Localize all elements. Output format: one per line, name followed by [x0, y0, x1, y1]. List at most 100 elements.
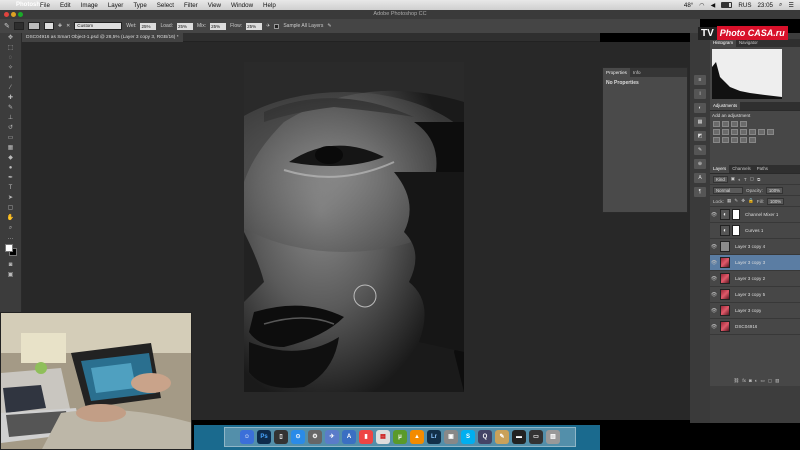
exposure-icon[interactable] — [740, 121, 747, 127]
layer-thumbnail[interactable] — [720, 257, 730, 268]
new-layer-icon[interactable]: ▢ — [768, 378, 772, 384]
marquee-tool-icon[interactable]: ⬚ — [4, 44, 18, 53]
link-layers-icon[interactable]: ⛓ — [733, 378, 739, 384]
visibility-eye-icon[interactable]: 👁 — [710, 292, 718, 298]
airbrush-icon[interactable]: ✈ — [266, 23, 270, 29]
layer-thumbnail[interactable] — [720, 273, 730, 284]
hand-tool-icon[interactable]: ✋ — [4, 214, 18, 223]
selective-color-icon[interactable] — [740, 137, 747, 143]
sample-all-layers-checkbox[interactable] — [274, 23, 280, 29]
eyedropper-tool-icon[interactable]: ⁄ — [4, 84, 18, 93]
color-panel-icon[interactable]: ◐ — [694, 103, 706, 113]
zoom-tool-icon[interactable]: ⌕ — [4, 224, 18, 233]
brush-panel-icon[interactable]: ✎ — [694, 145, 706, 155]
lock-transparency-icon[interactable]: ▦ — [727, 198, 731, 204]
styles-panel-icon[interactable]: ◩ — [694, 131, 706, 141]
quick-mask-icon[interactable]: ◙ — [4, 261, 18, 270]
volume-icon[interactable]: ◀ — [711, 2, 716, 9]
document-tab[interactable]: DSC04916 as Smart Object-1.psd @ 28,5% (… — [22, 33, 183, 42]
visibility-eye-icon[interactable]: 👁 — [710, 260, 718, 266]
add-mask-icon[interactable]: ◙ — [749, 378, 752, 383]
brush-settings-icon[interactable] — [27, 22, 40, 30]
tab-properties[interactable]: Properties — [603, 68, 630, 77]
color-lookup-icon[interactable] — [767, 129, 774, 135]
brush-tool-icon[interactable]: ✎ — [4, 104, 18, 113]
zoom-window-button[interactable] — [18, 12, 23, 17]
menu-filter[interactable]: Filter — [184, 2, 198, 9]
swatches-panel-icon[interactable]: ▦ — [694, 117, 706, 127]
channel-mixer-icon[interactable] — [758, 129, 765, 135]
fill-field[interactable]: 100% — [766, 197, 785, 205]
language-indicator[interactable]: RUS — [738, 2, 751, 9]
eraser-tool-icon[interactable]: ▭ — [4, 134, 18, 143]
mission-control-icon[interactable]: ▭ — [529, 430, 543, 444]
healing-tool-icon[interactable]: ✚ — [4, 94, 18, 103]
blend-mode-select[interactable]: Normal — [713, 186, 743, 194]
pen-tool-icon[interactable]: ✒ — [4, 174, 18, 183]
tab-info[interactable]: Info — [630, 70, 644, 75]
mixer-brush-tool-icon[interactable]: ✎ — [4, 22, 10, 30]
lock-pixels-icon[interactable]: ✎ — [734, 198, 738, 204]
threshold-icon[interactable] — [731, 137, 738, 143]
screen-mode-icon[interactable]: ▣ — [4, 271, 18, 280]
current-brush-load-swatch[interactable] — [43, 22, 54, 30]
color-balance-icon[interactable] — [731, 129, 738, 135]
layer-row[interactable]: 👁 DSC04916 — [710, 319, 800, 335]
path-select-tool-icon[interactable]: ➤ — [4, 194, 18, 203]
layer-mask-thumbnail[interactable] — [732, 225, 740, 236]
layer-row[interactable]: 👁 Layer 3 copy 5 — [710, 287, 800, 303]
screen-recorder-icon[interactable]: ▬ — [512, 430, 526, 444]
menu-select[interactable]: Select — [157, 2, 174, 9]
blend-preset-select[interactable]: Custom — [74, 22, 123, 30]
layer-style-icon[interactable]: fx — [742, 378, 746, 383]
vlc-icon[interactable]: ▲ — [410, 430, 424, 444]
tab-layers[interactable]: Layers — [710, 165, 730, 173]
pressure-icon[interactable]: ✎ — [327, 23, 331, 29]
flashcards-icon[interactable]: ▮ — [359, 430, 373, 444]
stamp-tool-icon[interactable]: ⊥ — [4, 114, 18, 123]
photoshop-icon[interactable]: Ps — [257, 430, 271, 444]
calendar-icon[interactable]: ▤ — [376, 430, 390, 444]
layer-row[interactable]: 👁 ◐ Channel Mixer 1 — [710, 207, 800, 223]
levels-icon[interactable] — [722, 121, 729, 127]
filter-smart-icon[interactable]: ⧉ — [757, 177, 760, 182]
visibility-eye-icon[interactable]: 👁 — [710, 276, 718, 282]
terminal-icon[interactable]: ▯ — [274, 430, 288, 444]
load-field[interactable]: 25% — [177, 22, 193, 30]
lock-position-icon[interactable]: ✥ — [741, 198, 745, 204]
move-tool-icon[interactable]: ✥ — [4, 34, 18, 43]
filter-adjustment-icon[interactable]: ◐ — [738, 177, 741, 182]
notification-icon[interactable]: ☰ — [788, 2, 794, 9]
gradient-tool-icon[interactable]: ▦ — [4, 144, 18, 153]
history-panel-icon[interactable]: ≡ — [694, 75, 706, 85]
blur-tool-icon[interactable]: ◆ — [4, 154, 18, 163]
filter-pixel-icon[interactable]: ▣ — [731, 176, 735, 182]
menu-layer[interactable]: Layer — [108, 2, 123, 9]
trash-icon[interactable]: ▥ — [546, 430, 560, 444]
document-canvas-image[interactable] — [244, 62, 464, 392]
menu-file[interactable]: File — [40, 2, 50, 9]
wifi-icon[interactable]: ◠ — [699, 2, 704, 9]
search-icon[interactable]: ⌕ — [779, 1, 782, 9]
black-white-icon[interactable] — [740, 129, 747, 135]
lightroom-icon[interactable]: Lr — [427, 430, 441, 444]
battery-icon[interactable] — [721, 2, 733, 8]
safari-icon[interactable]: ⊙ — [291, 430, 305, 444]
tab-channels[interactable]: Channels — [729, 165, 754, 173]
layer-kind-select[interactable]: Kind — [713, 175, 728, 183]
quicktime-icon[interactable]: Q — [478, 430, 492, 444]
gradient-map-icon[interactable] — [749, 137, 756, 143]
lasso-tool-icon[interactable]: ◌ — [4, 54, 18, 63]
layer-row[interactable]: 👁 Layer 3 copy 2 — [710, 271, 800, 287]
info-panel-icon[interactable]: i — [694, 89, 706, 99]
menu-image[interactable]: Image — [81, 2, 98, 9]
layer-thumbnail[interactable] — [720, 289, 730, 300]
mix-field[interactable]: 25% — [210, 22, 227, 30]
menu-view[interactable]: View — [208, 2, 221, 9]
character-panel-icon[interactable]: A — [694, 173, 706, 183]
quick-select-tool-icon[interactable]: ✧ — [4, 64, 18, 73]
menu-edit[interactable]: Edit — [60, 2, 71, 9]
invert-icon[interactable] — [713, 137, 720, 143]
layer-thumbnail[interactable] — [720, 305, 730, 316]
visibility-eye-icon[interactable]: 👁 — [710, 324, 718, 330]
